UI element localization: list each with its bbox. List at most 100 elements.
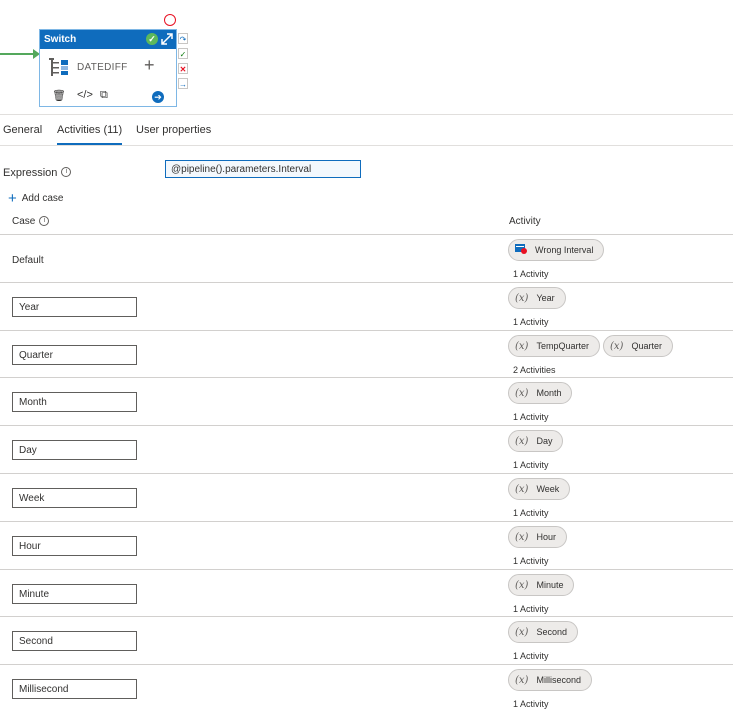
info-icon[interactable]: i [39,216,50,226]
variable-icon: (x) [515,532,529,543]
completion-port-icon[interactable]: → [178,78,188,89]
tab-general[interactable]: General [3,124,42,136]
copy-icon[interactable]: ⧉ [100,89,108,102]
table-row: (x) Minute 1 Activity [0,569,733,618]
activity-chip[interactable]: (x) Millisecond [508,669,592,691]
activity-chips: (x) Year [508,287,569,309]
activity-count: 2 Activities [513,365,556,375]
success-check-icon: ✓ [146,33,158,45]
table-row: (x) Month 1 Activity [0,377,733,426]
info-icon[interactable]: i [61,167,72,177]
node-header[interactable]: Switch ✓ [40,30,176,49]
node-title: Switch [44,34,77,45]
activity-chip[interactable]: (x) Second [508,621,578,643]
failure-port-icon[interactable]: ✕ [178,63,188,74]
activity-chip[interactable]: (x) Day [508,430,564,452]
variable-icon: (x) [515,484,529,495]
activity-chip[interactable]: (x) Hour [508,526,567,548]
activity-count: 1 Activity [513,604,549,614]
activity-chip-label: Hour [536,532,556,542]
activity-count: 1 Activity [513,651,549,661]
activity-chip-label: TempQuarter [536,341,589,351]
add-case-button[interactable]: + Add case [8,190,63,207]
plus-icon: + [8,190,17,207]
case-value-input[interactable] [12,297,137,317]
activity-chip[interactable]: (x) Quarter [602,335,673,357]
activity-chips: (x) TempQuarter (x) Quarter [508,335,676,357]
skip-port-icon[interactable]: ↷ [178,33,188,44]
delete-icon[interactable]: 🗑 [52,89,66,102]
table-row: (x) Second 1 Activity [0,616,733,665]
case-value-input[interactable] [12,488,137,508]
variable-icon: (x) [515,341,529,352]
activity-count: 1 Activity [513,460,549,470]
activity-chip[interactable]: (x) TempQuarter [508,335,600,357]
success-port-icon[interactable]: ✓ [178,48,188,59]
table-row: (x) Year 1 Activity [0,282,733,331]
activity-count: 1 Activity [513,556,549,566]
activity-chip-label: Week [536,484,560,494]
activity-chips: Wrong Interval [508,239,607,261]
add-case-label: Add case [21,193,64,204]
table-row: (x) Day 1 Activity [0,425,733,474]
table-row: (x) Week 1 Activity [0,473,733,522]
code-icon[interactable]: </> [77,89,93,101]
case-value-input[interactable] [12,631,137,651]
properties-tabs: General Activities (11) User properties [0,115,733,146]
navigate-arrow-icon[interactable]: ➔ [152,91,164,103]
activity-chip-label: Quarter [631,341,662,351]
expand-icon[interactable] [160,32,174,46]
activity-chip-label: Wrong Interval [535,245,594,255]
case-value-input[interactable] [12,536,137,556]
activity-column-header: Activity [509,216,541,227]
case-value-input[interactable] [12,392,137,412]
add-activity-icon[interactable]: + [144,56,155,74]
activity-chip[interactable]: Wrong Interval [508,239,605,261]
activity-chip-label: Second [536,627,567,637]
node-activity-label: DATEDIFF [77,62,128,73]
table-row: (x) Millisecond 1 Activity [0,664,733,713]
expression-label-text: Expression [3,167,58,179]
case-default-label: Default [12,255,44,266]
variable-icon: (x) [515,675,529,686]
activity-chip[interactable]: (x) Minute [508,574,575,596]
activity-chip-label: Millisecond [536,675,581,685]
case-value-input[interactable] [12,679,137,699]
tab-user-properties[interactable]: User properties [136,124,211,136]
case-header-text: Case [12,216,36,227]
fail-activity-icon [515,244,527,254]
case-value-input[interactable] [12,584,137,604]
variable-icon: (x) [515,580,529,591]
expression-label: Expression i [3,167,72,179]
table-row: Default Wrong Interval 1 Activity [0,234,733,283]
variable-icon: (x) [515,388,529,399]
case-value-input[interactable] [12,345,137,365]
activity-count: 1 Activity [513,508,549,518]
activity-count: 1 Activity [513,269,549,279]
switch-activity-node[interactable]: Switch ✓ DATEDIFF + 🗑 </> ⧉ ➔ [39,29,177,107]
activity-chips: (x) Month [508,382,575,404]
activity-chip[interactable]: (x) Week [508,478,571,500]
stop-circle-icon [164,14,176,26]
case-value-input[interactable] [12,440,137,460]
variable-icon: (x) [515,627,529,638]
case-column-header: Case i [12,216,50,227]
tab-activities[interactable]: Activities (11) [57,124,123,145]
activity-chips: (x) Hour [508,526,570,548]
activity-chips: (x) Day [508,430,566,452]
activity-chips: (x) Second [508,621,581,643]
table-row: (x) Hour 1 Activity [0,521,733,570]
activity-chip-label: Month [536,388,562,398]
activity-count: 1 Activity [513,317,549,327]
activity-chip-label: Year [536,293,555,303]
pipeline-connector [0,53,34,55]
expression-input[interactable] [165,160,361,178]
output-ports: ↷ ✓ ✕ → [178,33,189,93]
activity-chip-label: Day [536,436,553,446]
activity-chips: (x) Minute [508,574,577,596]
activity-chip[interactable]: (x) Year [508,287,566,309]
table-row: (x) TempQuarter (x) Quarter 2 Activities [0,330,733,379]
activity-count: 1 Activity [513,412,549,422]
activity-chips: (x) Week [508,478,573,500]
activity-chip[interactable]: (x) Month [508,382,573,404]
